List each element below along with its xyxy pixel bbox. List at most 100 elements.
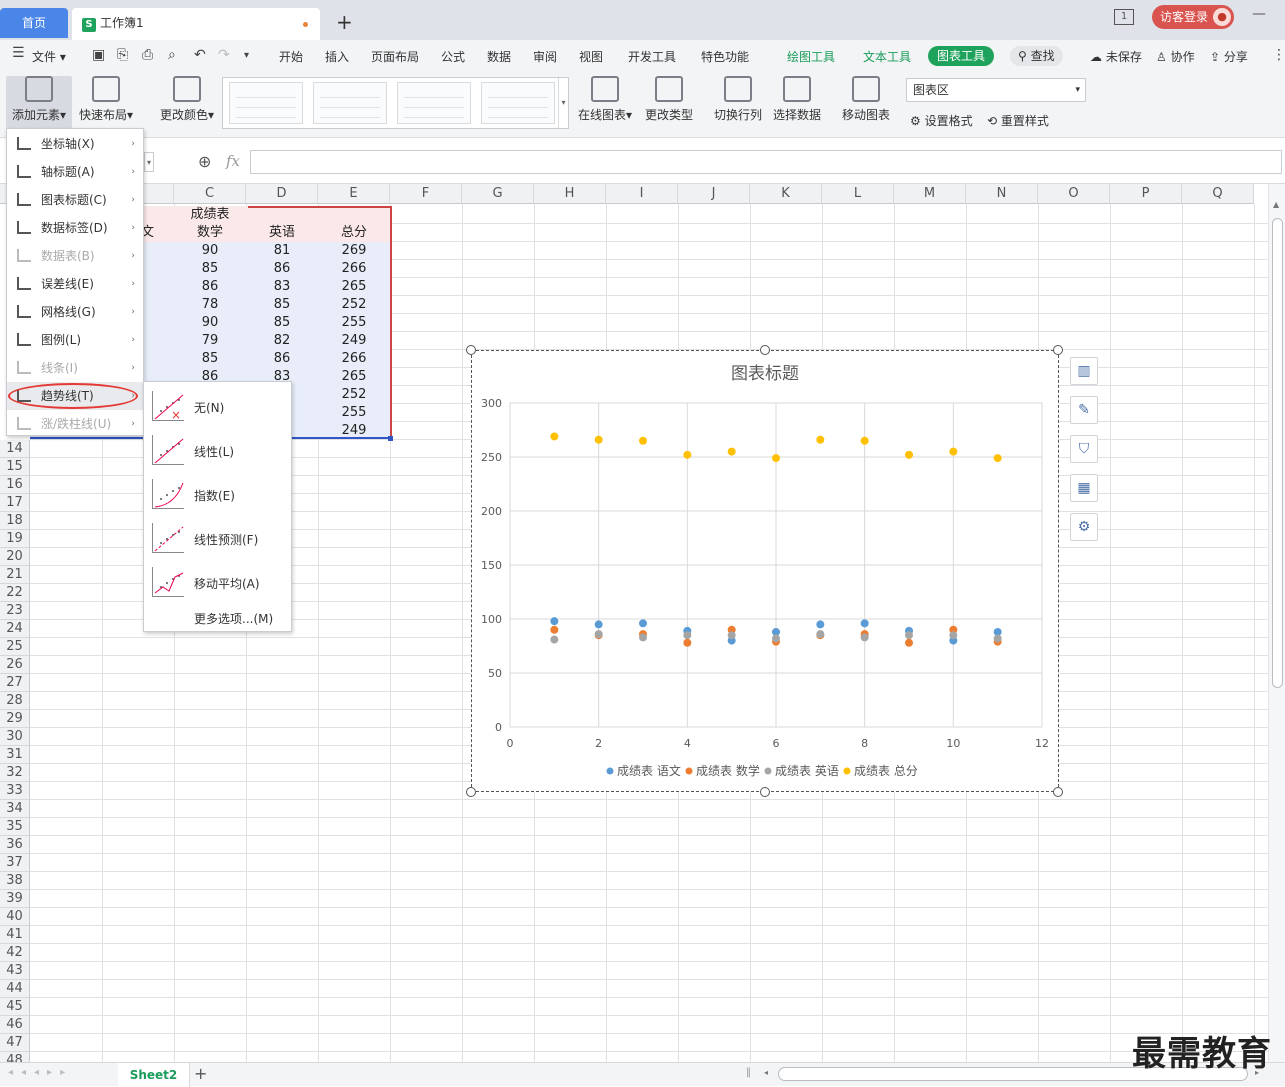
row-header[interactable]: 36 <box>0 836 30 854</box>
row-header[interactable]: 47 <box>0 1034 30 1052</box>
vertical-scroll-thumb[interactable] <box>1272 218 1283 688</box>
minimize-icon[interactable]: — <box>1252 6 1266 22</box>
column-header[interactable]: I <box>606 184 678 204</box>
undo-icon[interactable]: ↶ <box>194 47 206 63</box>
table-cell[interactable]: 83 <box>246 278 318 296</box>
column-header[interactable]: J <box>678 184 750 204</box>
table-cell[interactable]: 90 <box>174 314 246 332</box>
menu-view[interactable]: 视图 <box>579 48 603 65</box>
menu-page-layout[interactable]: 页面布局 <box>371 48 419 65</box>
column-header[interactable]: K <box>750 184 822 204</box>
table-cell[interactable]: 81 <box>246 242 318 260</box>
row-header[interactable]: 17 <box>0 494 30 512</box>
chart-title[interactable]: 图表标题 <box>731 364 799 384</box>
row-header[interactable]: 46 <box>0 1016 30 1034</box>
scroll-up-icon[interactable]: ▲ <box>1273 200 1279 209</box>
customize-quickbar-icon[interactable]: ▾ <box>244 50 249 61</box>
trendline-option[interactable]: 移动平均(A) <box>144 560 291 604</box>
menu-item-chart-title[interactable]: 图表标题(C) › <box>7 186 143 214</box>
menu-text-tools[interactable]: 文本工具 <box>863 48 911 65</box>
table-cell[interactable]: 265 <box>318 278 390 296</box>
home-tab[interactable]: 首页 <box>0 8 68 38</box>
save-icon[interactable]: ▣ <box>92 47 105 63</box>
menu-developer[interactable]: 开发工具 <box>628 48 676 65</box>
row-header[interactable]: 24 <box>0 620 30 638</box>
gallery-scroll-icon[interactable]: ▾ <box>558 78 568 128</box>
unsaved-status[interactable]: ☁ 未保存 <box>1090 48 1142 65</box>
row-header[interactable]: 48 <box>0 1052 30 1062</box>
table-header-cell[interactable]: 数学 <box>174 224 246 242</box>
table-cell[interactable]: 86 <box>246 350 318 368</box>
print-icon[interactable]: ⎙ <box>142 47 153 63</box>
export-icon[interactable]: ⎘ <box>117 47 128 63</box>
row-header[interactable]: 20 <box>0 548 30 566</box>
chart-online-side-icon[interactable]: ▦ <box>1070 474 1098 502</box>
row-header[interactable]: 45 <box>0 998 30 1016</box>
redo-icon[interactable]: ↷ <box>218 47 230 63</box>
trendline-option[interactable]: 线性预测(F) <box>144 516 291 560</box>
chart-style-thumb[interactable] <box>313 82 387 124</box>
table-cell[interactable]: 255 <box>318 404 390 422</box>
column-header[interactable]: P <box>1110 184 1182 204</box>
menu-item-error-bar[interactable]: 误差线(E) › <box>7 270 143 298</box>
resize-handle-top[interactable] <box>760 345 770 355</box>
set-format-button[interactable]: ⚙ 设置格式 <box>910 112 973 129</box>
table-cell[interactable]: 85 <box>174 350 246 368</box>
row-header[interactable]: 41 <box>0 926 30 944</box>
menu-features[interactable]: 特色功能 <box>701 48 749 65</box>
select-data-button[interactable]: 选择数据 <box>772 76 822 123</box>
switch-rowcol-button[interactable]: 切换行列 <box>713 76 763 123</box>
vertical-scrollbar[interactable]: ▲ <box>1268 184 1285 1062</box>
trendline-option[interactable]: 更多选项...(M) <box>144 604 291 630</box>
column-header[interactable]: O <box>1038 184 1110 204</box>
table-cell[interactable]: 269 <box>318 242 390 260</box>
formula-input[interactable] <box>250 150 1282 174</box>
menu-data[interactable]: 数据 <box>487 48 511 65</box>
row-header[interactable]: 33 <box>0 782 30 800</box>
column-header[interactable]: G <box>462 184 534 204</box>
menu-item-gridline[interactable]: 网格线(G) › <box>7 298 143 326</box>
zoom-icon[interactable]: ⊕ <box>198 152 211 171</box>
chart-style-gallery[interactable]: ▾ <box>222 77 569 129</box>
table-header-cell[interactable]: 总分 <box>318 224 390 242</box>
resize-handle-top-right[interactable] <box>1053 345 1063 355</box>
table-cell[interactable]: 85 <box>246 296 318 314</box>
change-type-button[interactable]: 更改类型 <box>644 76 694 123</box>
row-header[interactable]: 21 <box>0 566 30 584</box>
chart-elements-side-icon[interactable]: ▥ <box>1070 357 1098 385</box>
sheet-tab-sheet2[interactable]: Sheet2 <box>118 1063 190 1087</box>
collab-button[interactable]: ♙ 协作 <box>1156 48 1195 65</box>
menu-drawing-tools[interactable]: 绘图工具 <box>787 48 835 65</box>
row-header[interactable]: 15 <box>0 458 30 476</box>
row-header[interactable]: 19 <box>0 530 30 548</box>
row-header[interactable]: 38 <box>0 872 30 890</box>
table-cell[interactable]: 82 <box>246 332 318 350</box>
move-chart-button[interactable]: 移动图表 <box>841 76 891 123</box>
row-header[interactable]: 30 <box>0 728 30 746</box>
row-header[interactable]: 25 <box>0 638 30 656</box>
column-header[interactable]: L <box>822 184 894 204</box>
menu-item-legend[interactable]: 图例(L) › <box>7 326 143 354</box>
trendline-option[interactable]: × 无(N) <box>144 384 291 428</box>
print-preview-icon[interactable]: ⌕ <box>168 47 176 63</box>
scroll-left-icon[interactable]: ◂ <box>764 1068 768 1077</box>
table-cell[interactable]: 86 <box>174 278 246 296</box>
table-cell[interactable]: 252 <box>318 386 390 404</box>
add-sheet-button[interactable]: + <box>194 1064 207 1083</box>
table-cell[interactable]: 85 <box>246 314 318 332</box>
reset-style-button[interactable]: ⟲ 重置样式 <box>987 112 1049 129</box>
column-header[interactable]: M <box>894 184 966 204</box>
row-header[interactable]: 34 <box>0 800 30 818</box>
row-header[interactable]: 42 <box>0 944 30 962</box>
trendline-option[interactable]: 指数(E) <box>144 472 291 516</box>
sheet-nav-icons[interactable]: ◂◂◂▸▸ <box>8 1067 73 1078</box>
search-box[interactable]: ⚲ 查找 <box>1010 46 1063 66</box>
column-header[interactable]: C <box>174 184 246 204</box>
row-header[interactable]: 35 <box>0 818 30 836</box>
menu-chart-tools[interactable]: 图表工具 <box>928 46 995 66</box>
quick-layout-button[interactable]: 快速布局▾ <box>76 76 136 123</box>
row-header[interactable]: 31 <box>0 746 30 764</box>
row-header[interactable]: 22 <box>0 584 30 602</box>
resize-handle-bottom-left[interactable] <box>466 787 476 797</box>
resize-handle-bottom[interactable] <box>760 787 770 797</box>
